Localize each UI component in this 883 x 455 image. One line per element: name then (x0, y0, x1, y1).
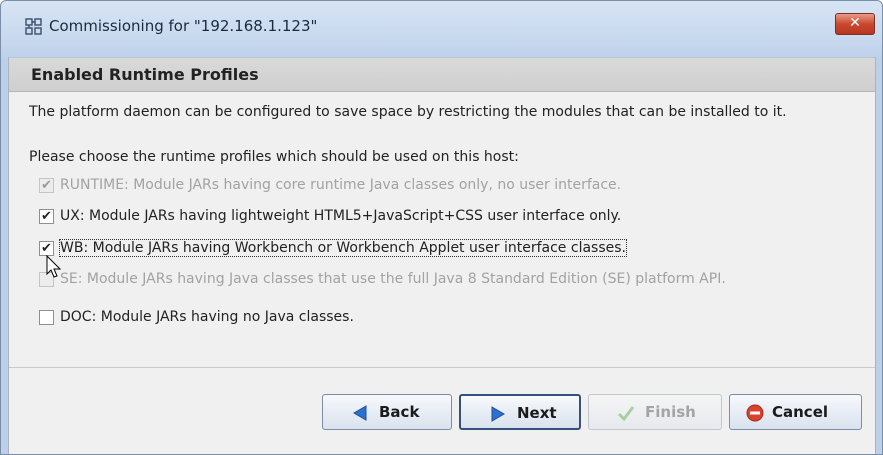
button-divider (9, 367, 875, 368)
section-title: Enabled Runtime Profiles (31, 65, 259, 84)
back-label: Back (379, 403, 420, 421)
close-button[interactable]: ✕ (835, 13, 875, 35)
option-ux-label: UX: Module JARs having lightweight HTML5… (60, 208, 622, 224)
checkbox-wb[interactable]: ✔ (39, 241, 54, 256)
wizard-content: Enabled Runtime Profiles The platform da… (8, 57, 876, 454)
close-icon: ✕ (849, 15, 861, 31)
option-wb-label: WB: Module JARs having Workbench or Work… (59, 239, 627, 257)
checkbox-ux[interactable]: ✔ (39, 209, 54, 224)
back-button[interactable]: Back (322, 394, 452, 430)
finish-label: Finish (645, 403, 696, 421)
finish-button[interactable]: Finish (588, 394, 722, 430)
checkbox-runtime[interactable]: ✔ (39, 178, 54, 193)
arrow-left-icon (353, 405, 367, 421)
dialog-window: Commissioning for "192.168.1.123" ✕ Enab… (0, 0, 883, 455)
arrow-right-icon (491, 406, 505, 422)
mouse-cursor-icon (46, 255, 62, 278)
option-runtime-label: RUNTIME: Module JARs having core runtime… (60, 177, 622, 193)
app-network-icon (25, 18, 42, 35)
cancel-label: Cancel (772, 403, 829, 421)
next-label: Next (517, 404, 557, 422)
option-se-label: SE: Module JARs having Java classes that… (60, 271, 726, 287)
section-header: Enabled Runtime Profiles (9, 57, 875, 92)
checkmark-icon (617, 406, 635, 422)
title-bar[interactable]: Commissioning for "192.168.1.123" ✕ (1, 1, 882, 41)
cancel-circle-icon (746, 404, 764, 422)
checkbox-doc[interactable] (39, 310, 54, 325)
next-button[interactable]: Next (459, 394, 581, 430)
window-title: Commissioning for "192.168.1.123" (49, 17, 318, 35)
option-doc-label: DOC: Module JARs having no Java classes. (60, 309, 354, 325)
description-text: The platform daemon can be configured to… (29, 104, 787, 120)
prompt-text: Please choose the runtime profiles which… (29, 149, 519, 165)
cancel-button[interactable]: Cancel (729, 394, 862, 430)
